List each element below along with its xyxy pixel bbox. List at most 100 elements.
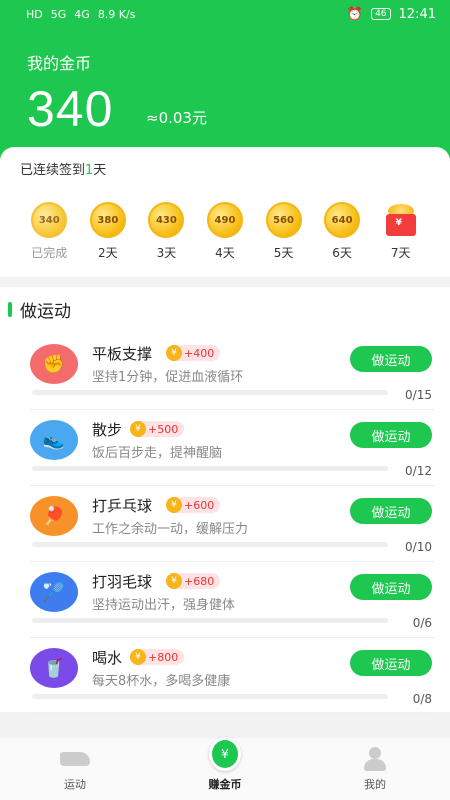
coin-icon: ¥	[130, 421, 146, 437]
tab-label: 运动	[64, 778, 86, 791]
task-name: 平板支撑	[92, 345, 153, 363]
hd-indicator: HD	[26, 7, 43, 21]
ping-pong-icon: 🏓	[30, 496, 78, 536]
task-name: 打羽毛球	[92, 573, 153, 591]
coin-icon: 640	[324, 202, 361, 238]
do-exercise-button[interactable]: 做运动	[350, 498, 432, 524]
checkin-streak: 已连续签到1天	[20, 163, 107, 178]
plank-fist-icon: ✊	[30, 344, 78, 384]
task-row: 👟 散步 ¥ +500 饭后百步走，提神醒脑 0/12 做运动	[30, 410, 434, 486]
task-name: 散步	[92, 421, 123, 439]
checkin-card: 已连续签到1天 340 已完成 380 2天 430 3天 490 4天 560 5天 640 6天 ¥…	[0, 147, 450, 277]
coin-icon: ¥	[166, 573, 182, 589]
task-row: ✊ 平板支撑 ¥ +400 坚持1分钟，促进血液循环 0/15 做运动	[30, 334, 434, 410]
tab-sneaker[interactable]: 运动	[25, 746, 125, 792]
do-exercise-button[interactable]: 做运动	[350, 422, 432, 448]
task-description: 坚持1分钟，促进血液循环	[92, 370, 244, 385]
reward-badge: ¥ +500	[130, 421, 185, 437]
shuttlecock-icon: 🏸	[30, 572, 78, 612]
gift-icon: ¥	[382, 202, 420, 238]
progress-bar	[32, 542, 388, 547]
checkin-day-label: 已完成	[31, 246, 68, 260]
reward-badge: ¥ +400	[166, 345, 221, 361]
reward-amount: +400	[184, 346, 215, 360]
tab-label: 赚金币	[208, 778, 242, 791]
tasks-title: 做运动	[20, 302, 71, 322]
coin-icon: 430	[148, 202, 185, 238]
checkin-day[interactable]: 640 6天	[314, 202, 370, 261]
signal-5g-icon: 5G	[50, 7, 67, 21]
checkin-day-label: 7天	[390, 246, 411, 260]
reward-amount: +500	[148, 422, 179, 436]
gift-yen: ¥	[395, 218, 402, 228]
coin-icon: 340	[31, 202, 68, 238]
progress-count: 0/10	[405, 540, 432, 554]
reward-badge: ¥ +600	[166, 497, 221, 513]
yen-coin-icon: ¥	[209, 737, 241, 772]
progress-count: 0/8	[412, 692, 432, 706]
coin-icon: 490	[206, 202, 243, 238]
yuan-equivalent: ≈0.03元	[146, 109, 207, 127]
reward-badge: ¥ +800	[130, 649, 185, 665]
tasks-section: 做运动 ✊ 平板支撑 ¥ +400 坚持1分钟，促进血液循环 0/15 做运动 👟 散步 ¥ +50…	[0, 287, 450, 714]
alarm-icon: ⏰	[346, 6, 364, 22]
progress-bar	[32, 390, 388, 395]
task-row: 🏸 打羽毛球 ¥ +680 坚持运动出汗，强身健体 0/6 做运动	[30, 562, 434, 638]
person-icon	[359, 746, 391, 772]
reward-amount: +600	[184, 498, 215, 512]
coin-icon: ¥	[166, 497, 182, 513]
do-exercise-button[interactable]: 做运动	[350, 574, 432, 600]
checkin-day[interactable]: 380 2天	[80, 202, 136, 261]
section-accent-bar	[8, 302, 12, 317]
checkin-day-label: 6天	[332, 246, 352, 260]
checkin-day[interactable]: 490 4天	[197, 202, 253, 261]
progress-bar	[32, 694, 388, 699]
task-name: 喝水	[92, 649, 123, 667]
tab-yen-coin[interactable]: ¥ 赚金币	[175, 737, 275, 792]
sneaker-icon: 👟	[30, 420, 78, 460]
network-speed: 8.9 K/s	[97, 7, 136, 21]
progress-count: 0/15	[405, 388, 432, 402]
water-cup-icon: 🥤	[30, 648, 78, 688]
checkin-day[interactable]: ¥7天	[373, 202, 429, 261]
sneaker-icon	[59, 746, 91, 772]
checkin-day[interactable]: 560 5天	[256, 202, 312, 261]
coin-icon: 560	[265, 202, 302, 238]
progress-count: 0/12	[405, 464, 432, 478]
person-body	[364, 759, 386, 771]
progress-bar	[32, 466, 388, 471]
tab-person[interactable]: 我的	[325, 746, 425, 792]
checkin-day[interactable]: 340 已完成	[21, 202, 77, 261]
reward-amount: +800	[148, 650, 179, 664]
coin-icon: ¥	[166, 345, 182, 361]
do-exercise-button[interactable]: 做运动	[350, 650, 432, 676]
progress-count: 0/6	[412, 616, 432, 630]
checkin-day-label: 4天	[215, 246, 235, 260]
task-row: 🥤 喝水 ¥ +800 每天8杯水，多喝多健康 0/8 做运动	[30, 638, 434, 714]
progress-bar	[32, 618, 388, 623]
person-head	[369, 747, 381, 759]
task-description: 工作之余动一动，缓解压力	[92, 522, 249, 537]
checkin-day-label: 2天	[98, 246, 118, 260]
checkin-day-label: 3天	[156, 246, 177, 260]
checkin-day-label: 5天	[273, 246, 294, 260]
coin-balance: 340	[27, 81, 114, 137]
page-title: 我的金币	[27, 54, 92, 73]
do-exercise-button[interactable]: 做运动	[350, 346, 432, 372]
tab-label: 我的	[364, 778, 386, 791]
signal-4g-icon: 4G	[74, 7, 90, 21]
reward-amount: +680	[184, 574, 215, 588]
task-description: 每天8杯水，多喝多健康	[92, 674, 231, 689]
tasks-header: 做运动	[8, 297, 71, 322]
checkin-days: 340 已完成 380 2天 430 3天 490 4天 560 5天 640 6天 ¥7天	[0, 202, 450, 261]
task-row: 🏓 打乒乓球 ¥ +600 工作之余动一动，缓解压力 0/10 做运动	[30, 486, 434, 562]
reward-badge: ¥ +680	[166, 573, 221, 589]
task-name: 打乒乓球	[92, 497, 153, 515]
sneaker-shape	[60, 752, 90, 766]
coin-icon: ¥	[130, 649, 146, 665]
checkin-day[interactable]: 430 3天	[138, 202, 194, 261]
coin-icon: 380	[89, 202, 126, 238]
clock: 12:41	[398, 6, 436, 22]
tab-bar: 运动 ¥ 赚金币 我的	[0, 737, 450, 800]
task-description: 饭后百步走，提神醒脑	[92, 446, 223, 461]
